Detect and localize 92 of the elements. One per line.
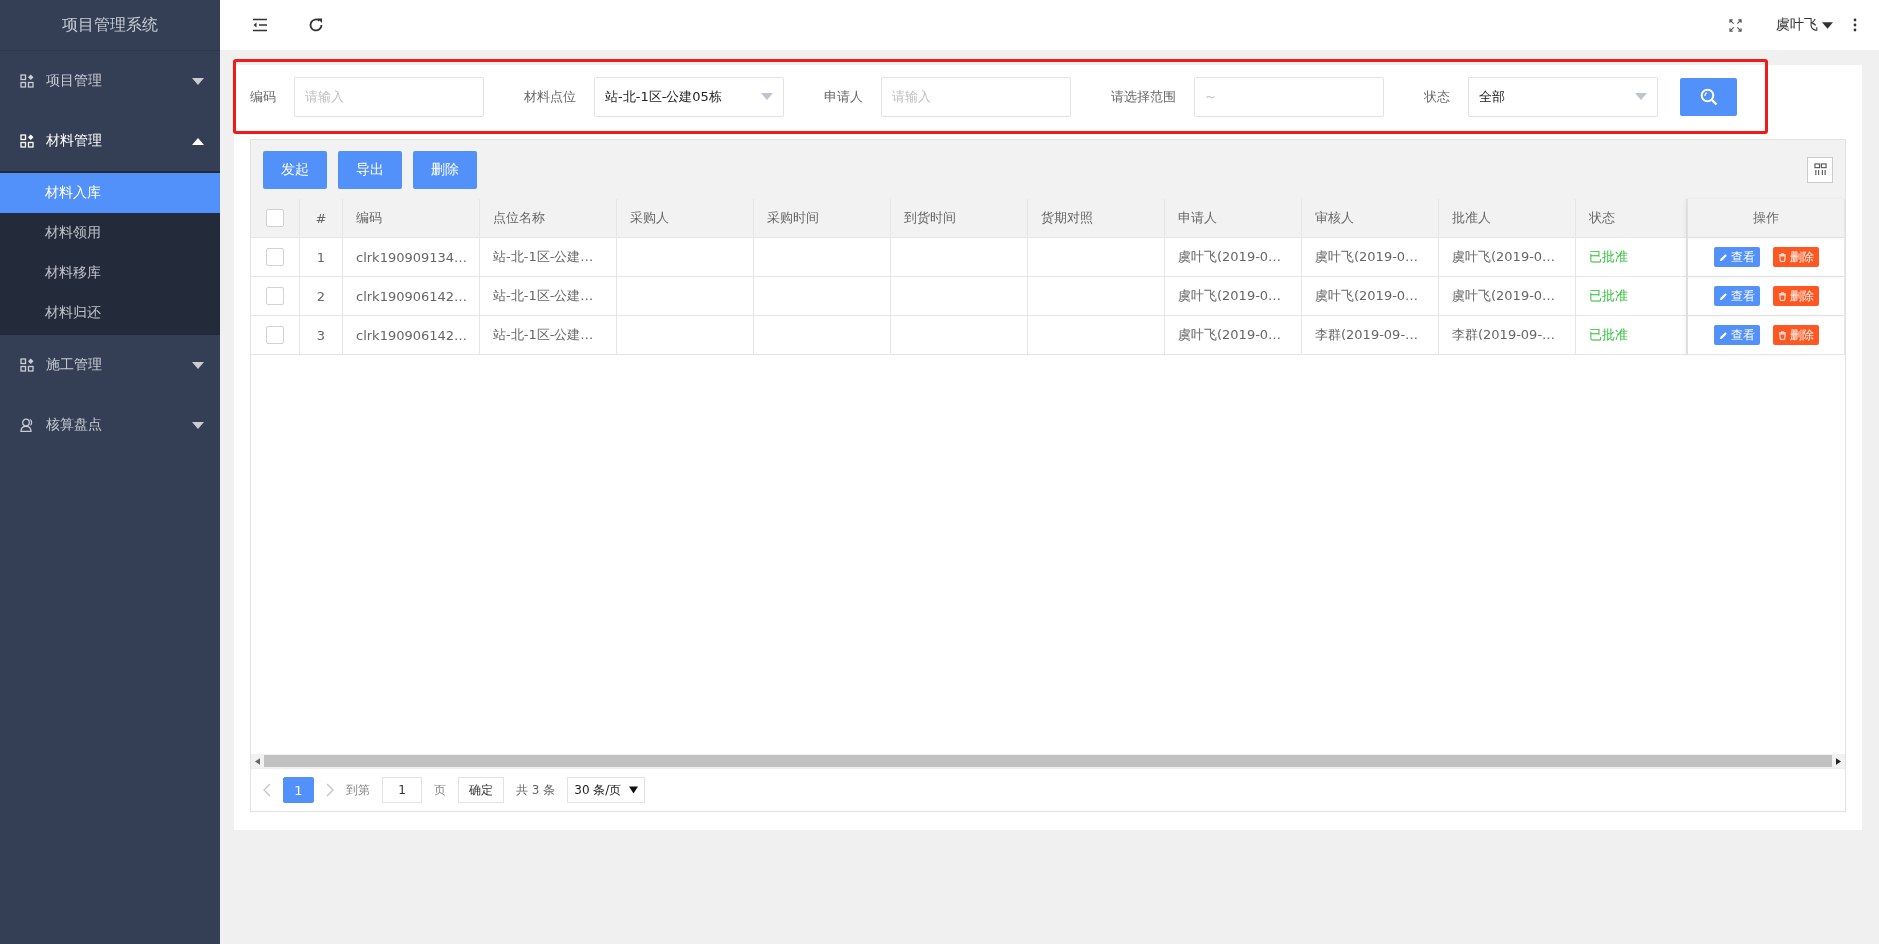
filter-label: 请选择范围 <box>1111 87 1176 106</box>
caret-up-icon <box>192 137 204 145</box>
filter-label: 材料点位 <box>524 87 576 106</box>
caret-down-icon <box>1635 93 1647 100</box>
grid-icon <box>20 134 34 148</box>
total-count: 共 3 条 <box>516 781 556 799</box>
menu-item[interactable]: 材料管理 <box>0 111 220 171</box>
pencil-icon <box>1718 252 1728 262</box>
row-checkbox[interactable] <box>266 248 284 266</box>
user-menu[interactable]: 虞叶飞 <box>1776 16 1833 34</box>
table-cell: 虞叶飞(2019-0… <box>1302 238 1439 277</box>
column-header: # <box>300 199 343 238</box>
table-cell: 李群(2019-09-… <box>1302 316 1439 355</box>
table-cell: 站-北-1区-公建… <box>480 277 617 316</box>
page-input[interactable]: 1 <box>382 777 422 803</box>
select-all-checkbox[interactable] <box>266 209 284 227</box>
pencil-icon <box>1718 330 1728 340</box>
table-cell: 虞叶飞(2019-0… <box>1439 277 1576 316</box>
column-header: 申请人 <box>1165 199 1302 238</box>
table-cell: 站-北-1区-公建… <box>480 238 617 277</box>
page-size-select[interactable]: 30 条/页 <box>567 777 646 803</box>
column-header: 点位名称 <box>480 199 617 238</box>
scroll-right-icon[interactable] <box>1836 757 1841 765</box>
table-cell: 已批准 <box>1576 316 1687 355</box>
table-cell: 已批准 <box>1576 238 1687 277</box>
filter-label: 编码 <box>250 87 276 106</box>
column-header: 批准人 <box>1439 199 1576 238</box>
column-header: 采购人 <box>617 199 754 238</box>
table-cell: 虞叶飞(2019-0… <box>1165 277 1302 316</box>
columns-icon <box>1813 163 1827 176</box>
menu-item[interactable]: 核算盘点 <box>0 395 220 455</box>
search-button[interactable] <box>1680 77 1737 116</box>
submenu-item[interactable]: 材料移库 <box>0 253 220 293</box>
row-checkbox[interactable] <box>266 326 284 344</box>
column-header: 审核人 <box>1302 199 1439 238</box>
menu-fold-icon[interactable] <box>252 18 268 32</box>
table-cell: 李群(2019-09-… <box>1439 316 1576 355</box>
fullscreen-icon[interactable] <box>1729 18 1742 32</box>
filter-select[interactable]: 全部 <box>1468 76 1658 117</box>
menu-item[interactable]: 施工管理 <box>0 335 220 395</box>
table-cell: 虞叶飞(2019-0… <box>1165 316 1302 355</box>
trash-icon <box>1777 330 1787 340</box>
table-cell: 1 <box>300 238 343 277</box>
table-cell: clrk190909134… <box>343 238 480 277</box>
table-cell: 虞叶飞(2019-0… <box>1302 277 1439 316</box>
caret-down-icon <box>1822 21 1833 29</box>
trash-icon <box>1777 252 1787 262</box>
table-cell: 3 <box>300 316 343 355</box>
filter-label: 状态 <box>1424 87 1450 106</box>
scroll-left-icon[interactable] <box>255 757 260 765</box>
table-cell: 2 <box>300 277 343 316</box>
trash-icon <box>1777 291 1787 301</box>
refresh-icon[interactable] <box>308 17 324 33</box>
previous-page-icon[interactable] <box>263 783 271 797</box>
horizontal-scrollbar[interactable] <box>251 754 1845 768</box>
page-unit-label: 页 <box>434 781 446 799</box>
goto-label: 到第 <box>346 781 370 799</box>
grid-icon <box>20 74 34 88</box>
user-icon <box>20 418 34 432</box>
menu-item[interactable]: 项目管理 <box>0 51 220 111</box>
filter-label: 申请人 <box>824 87 863 106</box>
column-header: 采购时间 <box>754 199 891 238</box>
caret-down-icon <box>192 421 204 429</box>
caret-down-icon <box>192 361 204 369</box>
caret-down-icon <box>192 77 204 85</box>
table-cell: 虞叶飞(2019-0… <box>1439 238 1576 277</box>
filter-input[interactable]: 请输入 <box>294 76 484 117</box>
next-page-icon[interactable] <box>326 783 334 797</box>
row-checkbox[interactable] <box>266 287 284 305</box>
column-header: 操作 <box>1687 199 1845 238</box>
column-header: 到货时间 <box>891 199 1028 238</box>
table-cell: clrk190906142… <box>343 316 480 355</box>
submenu-item[interactable]: 材料领用 <box>0 213 220 253</box>
more-icon[interactable] <box>1853 18 1857 32</box>
filter-select[interactable]: 站-北-1区-公建05栋 <box>594 76 784 117</box>
column-header: 状态 <box>1576 199 1687 238</box>
confirm-button[interactable]: 确定 <box>458 777 504 803</box>
filter-input[interactable]: ~ <box>1194 76 1384 117</box>
grid-icon <box>20 358 34 372</box>
columns-button[interactable] <box>1807 156 1833 183</box>
table-cell: clrk190906142… <box>343 277 480 316</box>
search-icon <box>1699 87 1718 106</box>
column-header: 编码 <box>343 199 480 238</box>
table-cell: 虞叶飞(2019-0… <box>1165 238 1302 277</box>
filter-input[interactable]: 请输入 <box>881 76 1071 117</box>
pencil-icon <box>1718 291 1728 301</box>
column-header: 货期对照 <box>1028 199 1165 238</box>
caret-down-icon <box>629 786 639 794</box>
table-cell: 已批准 <box>1576 277 1687 316</box>
caret-down-icon <box>761 93 773 100</box>
submenu-item[interactable]: 材料归还 <box>0 293 220 333</box>
table-cell: 站-北-1区-公建… <box>480 316 617 355</box>
